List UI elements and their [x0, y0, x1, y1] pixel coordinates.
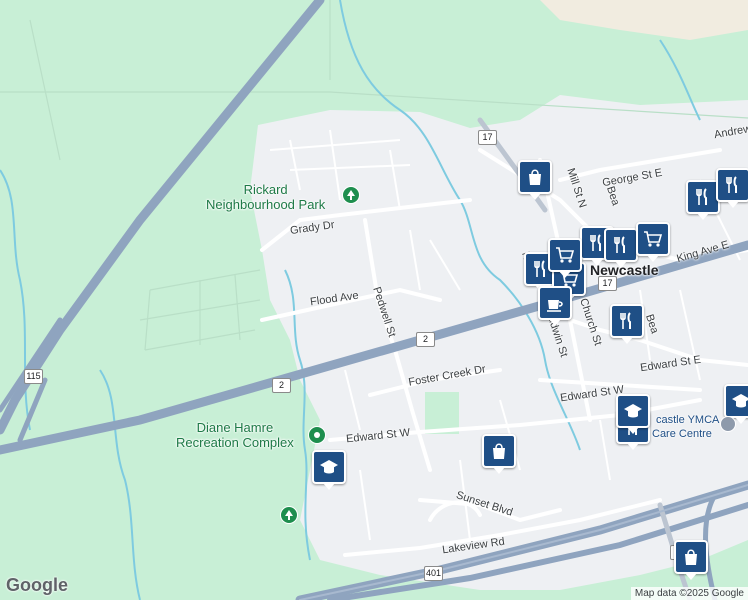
restaurant-icon[interactable] [610, 304, 644, 344]
shopping-bag-icon[interactable] [518, 160, 552, 200]
school-icon[interactable] [616, 394, 650, 434]
cafe-icon[interactable] [538, 286, 572, 326]
park-label-rickard[interactable]: Rickard Neighbourhood Park [206, 182, 325, 212]
restaurant-icon[interactable] [716, 168, 748, 208]
map-canvas[interactable]: Rickard Neighbourhood Park Diane Hamre R… [0, 0, 748, 600]
place-icon[interactable] [720, 416, 736, 432]
route-shield: 401 [424, 566, 443, 581]
recreation-icon[interactable] [308, 426, 326, 444]
route-shield: 17 [598, 276, 617, 291]
restaurant-icon[interactable] [686, 180, 720, 220]
park-icon[interactable] [342, 186, 360, 204]
place-label: castle YMCA [656, 414, 720, 426]
route-shield: 2 [416, 332, 435, 347]
park-icon[interactable] [280, 506, 298, 524]
route-shield: 17 [478, 130, 497, 145]
park-label-diane-hamre[interactable]: Diane Hamre Recreation Complex [176, 420, 294, 450]
grocery-cart-icon[interactable] [548, 238, 582, 278]
park-label-line: Neighbourhood Park [206, 197, 326, 212]
park-label-line: Recreation Complex [176, 435, 294, 450]
school-icon[interactable] [724, 384, 748, 424]
map-credit[interactable]: Map data ©2025 Google [630, 587, 748, 600]
shopping-bag-icon[interactable] [482, 434, 516, 474]
school-icon[interactable] [312, 450, 346, 490]
grocery-cart-icon[interactable] [636, 222, 670, 262]
place-label: Care Centre [652, 428, 712, 440]
route-shield: 115 [24, 369, 43, 384]
restaurant-icon[interactable] [604, 228, 638, 268]
route-shield: 2 [272, 378, 291, 393]
shopping-bag-icon[interactable] [674, 540, 708, 580]
google-logo: Google [6, 575, 68, 595]
park-label-line: Diane Hamre [196, 420, 274, 435]
park-label-line: Rickard [243, 182, 288, 197]
